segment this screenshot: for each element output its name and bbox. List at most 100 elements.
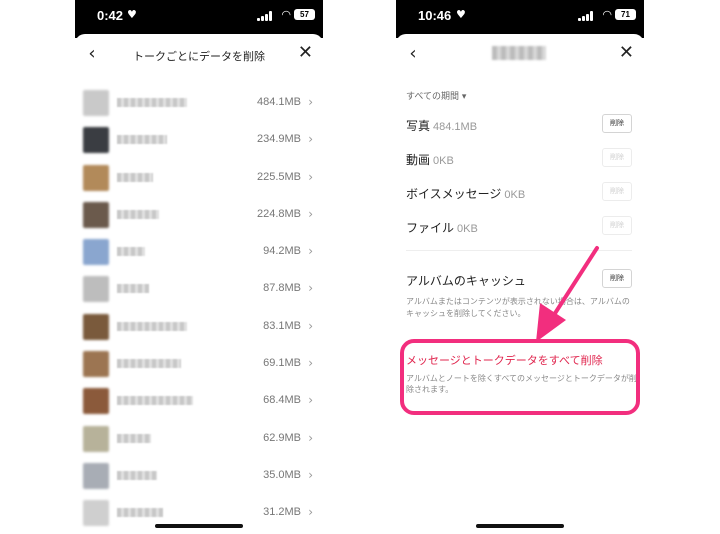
file-row: ファイル 0KB 削除: [406, 216, 632, 236]
status-time: 0:42: [97, 8, 124, 23]
talk-name-blurred: [117, 172, 153, 182]
talk-row[interactable]: 83.1MB ›: [75, 308, 323, 345]
talk-data-list-screen: 0:42 ♥ ◠ 57 ‹ トークごとにデータを削除 ✕ 484.1MB › 234…: [75, 0, 323, 534]
heart-icon: ♥: [127, 8, 137, 21]
voice-size: 0KB: [504, 189, 526, 201]
chevron-right-icon: ›: [308, 281, 313, 296]
talk-row[interactable]: 234.9MB ›: [75, 121, 323, 158]
heart-icon: ♥: [456, 8, 466, 21]
voice-label: ボイスメッセージ: [406, 187, 502, 201]
talk-row[interactable]: 94.2MB ›: [75, 233, 323, 270]
period-selector[interactable]: すべての期間 ▾: [406, 89, 466, 102]
talk-row[interactable]: 35.0MB ›: [75, 457, 323, 494]
talk-row[interactable]: 224.8MB ›: [75, 196, 323, 233]
chevron-right-icon: ›: [308, 95, 313, 109]
home-indicator: [155, 524, 243, 528]
chevron-right-icon: ›: [308, 430, 313, 445]
talk-size: 35.0MB: [263, 468, 301, 481]
avatar: [83, 276, 109, 303]
chevron-right-icon: ›: [308, 206, 313, 221]
avatar: [83, 239, 109, 266]
talk-size: 31.2MB: [263, 506, 301, 519]
chevron-right-icon: ›: [308, 244, 313, 259]
voice-row: ボイスメッセージ 0KB 削除: [406, 182, 632, 202]
talk-name-blurred: [117, 209, 159, 219]
talk-size: 225.5MB: [256, 170, 301, 183]
talk-size: 69.1MB: [263, 357, 301, 370]
talk-size: 68.4MB: [263, 394, 301, 407]
delete-voice-button[interactable]: 削除: [602, 182, 632, 201]
chevron-right-icon: ›: [308, 132, 313, 147]
talk-name-blurred: [117, 396, 193, 406]
avatar: [83, 201, 109, 228]
talk-row[interactable]: 87.8MB ›: [75, 270, 323, 307]
file-label: ファイル: [406, 221, 455, 235]
nav-bar: ‹ トークごとにデータを削除 ✕: [75, 38, 323, 72]
back-icon[interactable]: ‹: [83, 43, 101, 64]
divider: [406, 250, 632, 251]
chevron-right-icon: ›: [308, 356, 313, 371]
delete-photos-button[interactable]: 削除: [602, 114, 632, 133]
chevron-right-icon: ›: [308, 318, 313, 333]
talk-row[interactable]: 68.4MB ›: [75, 382, 323, 419]
status-bar: 10:46 ♥ ◠ 71: [396, 0, 644, 38]
talk-name-blurred: [117, 284, 149, 294]
avatar: [83, 351, 109, 378]
highlight-box: [400, 339, 640, 415]
delete-videos-button[interactable]: 削除: [602, 148, 632, 167]
talk-name-blurred: [117, 321, 187, 331]
talk-size: 94.2MB: [263, 245, 301, 258]
wifi-icon: ◠: [281, 8, 291, 21]
delete-files-button[interactable]: 削除: [602, 216, 632, 235]
talk-size: 234.9MB: [256, 133, 301, 146]
talk-size: 224.8MB: [256, 207, 301, 220]
page-title: トークごとにデータを削除: [133, 50, 265, 63]
talk-row[interactable]: 225.5MB ›: [75, 159, 323, 196]
status-bar: 0:42 ♥ ◠ 57: [75, 0, 323, 38]
avatar: [83, 425, 109, 452]
battery-icon: 71: [615, 9, 636, 20]
close-icon[interactable]: ✕: [619, 42, 634, 63]
talk-list: 484.1MB › 234.9MB › 225.5MB › 224.8MB › 94.2MB › 8…: [75, 84, 323, 532]
talk-name-blurred: [117, 98, 187, 107]
signal-icon: [257, 11, 273, 21]
chevron-right-icon: ›: [308, 505, 313, 520]
album-cache-row: アルバムのキャッシュ 削除: [406, 269, 632, 289]
video-size: 0KB: [433, 155, 454, 167]
chevron-right-icon: ›: [308, 169, 313, 184]
avatar: [83, 313, 109, 340]
avatar: [83, 388, 109, 415]
talk-name-blurred: [117, 247, 145, 257]
chevron-right-icon: ›: [308, 393, 313, 408]
album-cache-description: アルバムまたはコンテンツが表示されない場合は、アルバムのキャッシュを削除してくだ…: [406, 297, 630, 318]
talk-size: 62.9MB: [263, 431, 301, 444]
delete-album-cache-button[interactable]: 削除: [602, 269, 632, 288]
video-row: 動画 0KB 削除: [406, 148, 632, 168]
talk-name-blurred: [117, 359, 181, 369]
close-icon[interactable]: ✕: [298, 42, 313, 63]
avatar: [83, 90, 109, 116]
talk-size: 87.8MB: [263, 282, 301, 295]
avatar: [83, 164, 109, 191]
nav-bar: ‹ ✕: [396, 38, 644, 72]
signal-icon: [578, 11, 594, 21]
avatar: [83, 127, 109, 154]
avatar: [83, 462, 109, 489]
chevron-right-icon: ›: [308, 467, 313, 482]
talk-row[interactable]: 484.1MB ›: [75, 84, 323, 121]
photo-size: 484.1MB: [433, 121, 478, 133]
avatar: [83, 500, 109, 527]
talk-row[interactable]: 69.1MB ›: [75, 345, 323, 382]
video-label: 動画: [406, 153, 431, 167]
file-size: 0KB: [457, 223, 478, 235]
talk-data-detail-screen: 10:46 ♥ ◠ 71 ‹ ✕ すべての期間 ▾ 写真 484.1MB 削除 動…: [396, 0, 644, 534]
talk-name-blurred: [117, 508, 163, 518]
status-time: 10:46: [418, 8, 452, 23]
album-cache-label: アルバムのキャッシュ: [406, 274, 526, 288]
photo-row: 写真 484.1MB 削除: [406, 114, 632, 134]
wifi-icon: ◠: [602, 8, 612, 21]
back-icon[interactable]: ‹: [404, 43, 422, 64]
talk-row[interactable]: 62.9MB ›: [75, 420, 323, 457]
page-title-blurred: [492, 46, 546, 60]
battery-icon: 57: [294, 9, 315, 20]
